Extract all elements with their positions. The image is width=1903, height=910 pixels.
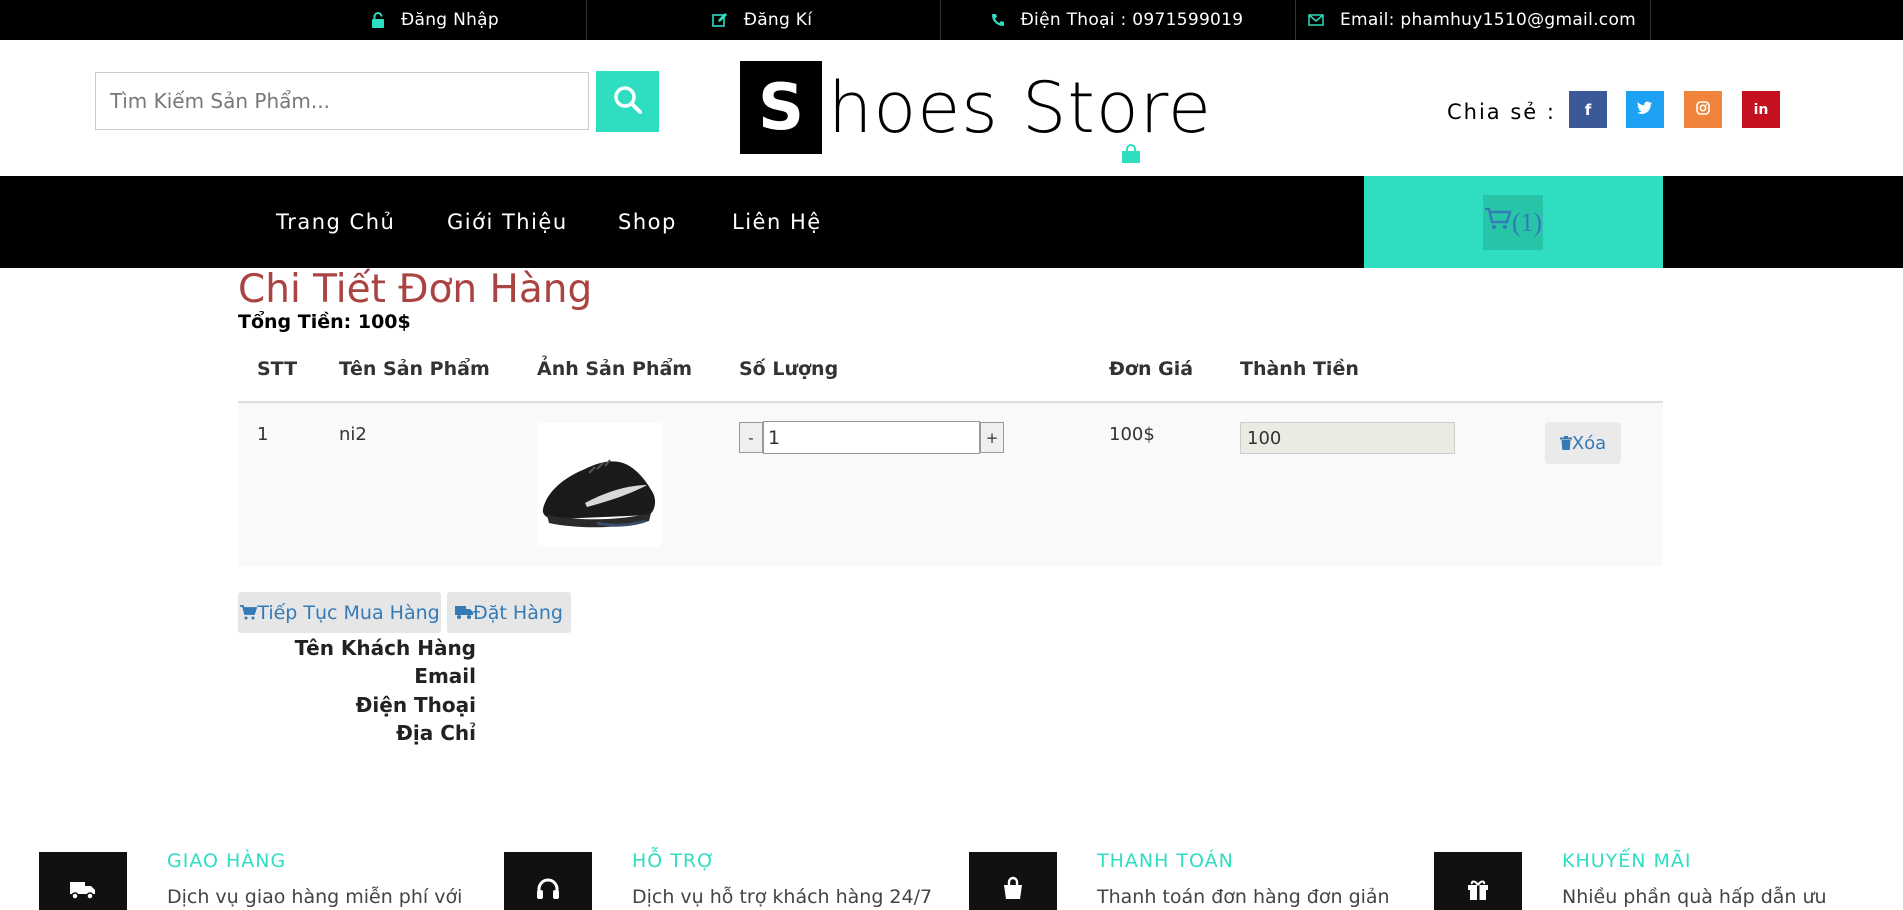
line-total-field: 100 — [1240, 422, 1455, 454]
feature-payment-desc: Thanh toán đơn hàng đơn giản — [1097, 886, 1390, 908]
product-image — [537, 423, 662, 547]
login-label: Đăng Nhập — [401, 10, 499, 30]
trash-icon — [1559, 436, 1572, 450]
customer-phone-label: Điện Thoại — [355, 693, 476, 717]
customer-address-label: Địa Chỉ — [396, 721, 476, 745]
feature-support-title: HỖ TRỢ — [632, 850, 716, 872]
delete-label: Xóa — [1571, 432, 1607, 454]
topbar-divider — [1650, 0, 1651, 40]
feature-delivery-title: GIAO HÀNG — [167, 850, 287, 872]
place-order-button[interactable]: Đặt Hàng — [447, 592, 571, 633]
delete-button[interactable]: Xóa — [1545, 422, 1621, 464]
register-label: Đăng Kí — [743, 10, 813, 30]
column-header-quantity: Số Lượng — [739, 358, 839, 380]
facebook-icon: f — [1584, 100, 1592, 119]
feature-support-desc: Dịch vụ hỗ trợ khách hàng 24/7 — [632, 886, 933, 908]
search-icon — [613, 85, 643, 119]
row-stt: 1 — [257, 424, 269, 445]
cart-icon — [239, 605, 258, 620]
row-unit-price: 100$ — [1109, 424, 1155, 445]
continue-shopping-button[interactable]: Tiếp Tục Mua Hàng — [238, 592, 441, 633]
linkedin-icon: in — [1753, 101, 1769, 118]
continue-shopping-label: Tiếp Tục Mua Hàng — [257, 601, 440, 624]
nav-item-home[interactable]: Trang Chủ — [276, 176, 395, 268]
search-button[interactable] — [596, 71, 659, 132]
logo-text: hoes Store — [828, 66, 1212, 149]
feature-payment-title: THANH TOÁN — [1097, 850, 1234, 872]
truck-icon — [455, 606, 474, 619]
lock-icon — [371, 12, 385, 28]
headphones-icon — [536, 878, 560, 904]
logo-letter: S — [740, 61, 822, 154]
nav-item-shop[interactable]: Shop — [618, 176, 677, 268]
truck-icon — [70, 880, 96, 904]
twitter-button[interactable] — [1626, 91, 1664, 128]
instagram-button[interactable] — [1684, 91, 1722, 128]
quantity-input[interactable]: 1 — [763, 421, 980, 454]
phone-info: Điện Thoại : 0971599019 — [941, 0, 1293, 40]
edit-icon — [711, 12, 728, 28]
page-title: Chi Tiết Đơn Hàng — [238, 267, 593, 312]
feature-delivery-box — [39, 852, 127, 910]
cart-icon — [1484, 207, 1512, 238]
shopping-bag-icon — [1001, 876, 1025, 904]
envelope-icon — [1308, 14, 1324, 26]
register-link[interactable]: Đăng Kí — [587, 0, 937, 40]
column-header-image: Ảnh Sản Phẩm — [537, 358, 693, 380]
quantity-increase-button[interactable]: + — [980, 422, 1004, 453]
quantity-decrease-button[interactable]: - — [739, 422, 763, 453]
share-label: Chia sẻ : — [1447, 100, 1556, 124]
row-product-name: ni2 — [339, 424, 367, 445]
column-header-stt: STT — [257, 358, 298, 380]
nav-item-contact[interactable]: Liên Hệ — [732, 176, 822, 268]
email-info: Email: phamhuy1510@gmail.com — [1296, 0, 1648, 40]
search-input[interactable] — [108, 88, 582, 114]
gift-icon — [1467, 878, 1489, 904]
email-text: Email: phamhuy1510@gmail.com — [1339, 10, 1637, 30]
login-link[interactable]: Đăng Nhập — [290, 0, 580, 40]
cart-button[interactable]: (1) — [1483, 195, 1543, 250]
feature-promotion-title: KHUYẾN MÃI — [1562, 850, 1692, 872]
facebook-button[interactable]: f — [1569, 91, 1607, 128]
feature-delivery-desc: Dịch vụ giao hàng miễn phí với — [167, 886, 463, 908]
column-header-name: Tên Sản Phẩm — [339, 358, 490, 380]
twitter-icon — [1637, 101, 1653, 119]
order-total: Tổng Tiền: 100$ — [238, 311, 411, 333]
linkedin-button[interactable]: in — [1742, 91, 1780, 128]
feature-promotion-desc: Nhiều phần quà hấp dẫn ưu — [1562, 886, 1827, 908]
feature-support-box — [504, 852, 592, 910]
shopping-bag-icon — [1121, 144, 1141, 168]
search-field[interactable] — [95, 72, 589, 130]
customer-email-label: Email — [414, 664, 476, 688]
feature-payment-box — [969, 852, 1057, 910]
feature-promotion-box — [1434, 852, 1522, 910]
place-order-label: Đặt Hàng — [473, 601, 563, 624]
store-logo[interactable]: S hoes Store — [740, 60, 1212, 155]
phone-text: Điện Thoại : 0971599019 — [1020, 10, 1244, 30]
column-header-unit-price: Đơn Giá — [1109, 358, 1194, 380]
nav-item-about[interactable]: Giới Thiệu — [447, 176, 568, 268]
instagram-icon — [1696, 100, 1710, 119]
column-header-line-total: Thành Tiền — [1240, 358, 1359, 380]
cart-count: (1) — [1511, 207, 1543, 237]
top-bar: Đăng Nhập Đăng Kí Điện Thoại : 097159901… — [0, 0, 1903, 40]
phone-icon — [991, 13, 1005, 27]
customer-name-label: Tên Khách Hàng — [294, 636, 476, 660]
